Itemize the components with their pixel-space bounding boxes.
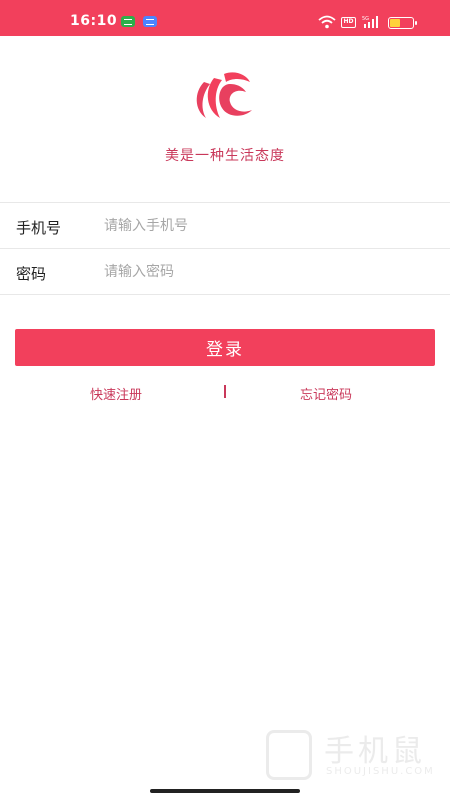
watermark-subtext: SHOUJISHU.COM bbox=[326, 766, 435, 777]
battery-tip bbox=[415, 21, 417, 25]
hd-icon: HD bbox=[341, 17, 356, 28]
watermark-logo-icon bbox=[266, 730, 312, 780]
status-time: 16:10 bbox=[70, 13, 118, 29]
login-form: 手机号 密码 bbox=[0, 202, 450, 295]
battery-fill bbox=[390, 19, 400, 27]
home-indicator[interactable] bbox=[150, 789, 300, 793]
wechat-notification-icon bbox=[121, 16, 135, 27]
watermark: 手机鼠 SHOUJISHU.COM bbox=[262, 722, 438, 788]
phone-row: 手机号 bbox=[0, 203, 450, 249]
login-screen: 16:10 HD 5G 美是一种生活态度 手机号 请输入手机号 密码 登录 快速… bbox=[0, 0, 450, 800]
password-label: 密码 bbox=[16, 265, 47, 283]
message-notification-icon bbox=[143, 16, 157, 27]
login-button[interactable]: 登录 bbox=[15, 329, 435, 366]
quick-register-link[interactable]: 快速注册 bbox=[90, 384, 142, 403]
battery-icon bbox=[388, 17, 417, 29]
status-bar: 16:10 HD 5G bbox=[0, 0, 450, 36]
password-input[interactable] bbox=[104, 257, 424, 287]
phone-input[interactable] bbox=[104, 211, 424, 241]
forgot-password-link[interactable]: 忘记密码 bbox=[300, 384, 352, 403]
password-row: 密码 bbox=[0, 249, 450, 295]
brand-logo-icon bbox=[196, 72, 252, 118]
network-type-label: 5G bbox=[362, 16, 369, 22]
slogan: 美是一种生活态度 bbox=[165, 148, 285, 164]
signal-icon: 5G bbox=[362, 16, 378, 28]
wifi-icon bbox=[318, 15, 336, 29]
link-divider bbox=[224, 385, 226, 398]
watermark-text: 手机鼠 bbox=[324, 734, 426, 769]
phone-label: 手机号 bbox=[16, 219, 62, 237]
